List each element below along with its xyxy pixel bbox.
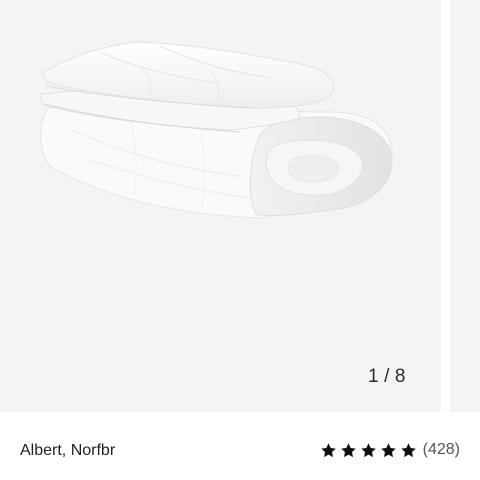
star-icon <box>400 442 416 457</box>
gallery-current-index: 1 <box>368 366 380 387</box>
star-icon <box>320 442 336 457</box>
product-info-row: Albert, Norfbr (428) <box>0 412 480 480</box>
product-card: 1/8 Albert, Norfbr (428) <box>0 0 480 480</box>
gallery-slide-next-peek[interactable] <box>450 0 480 412</box>
star-icon <box>380 442 396 457</box>
star-icon <box>360 442 376 457</box>
rating-stars <box>320 442 417 459</box>
seller-name[interactable]: Albert, Norfbr <box>20 442 115 460</box>
product-rating[interactable]: (428) <box>320 441 460 459</box>
gallery-separator: / <box>384 366 390 387</box>
gallery-counter: 1/8 <box>368 366 406 388</box>
review-count[interactable]: (428) <box>423 441 460 459</box>
gallery-slide-current[interactable]: 1/8 <box>0 0 441 412</box>
image-gallery[interactable]: 1/8 <box>0 0 480 412</box>
star-icon <box>340 442 356 457</box>
product-image[interactable] <box>0 0 441 412</box>
gallery-total: 8 <box>394 366 406 387</box>
